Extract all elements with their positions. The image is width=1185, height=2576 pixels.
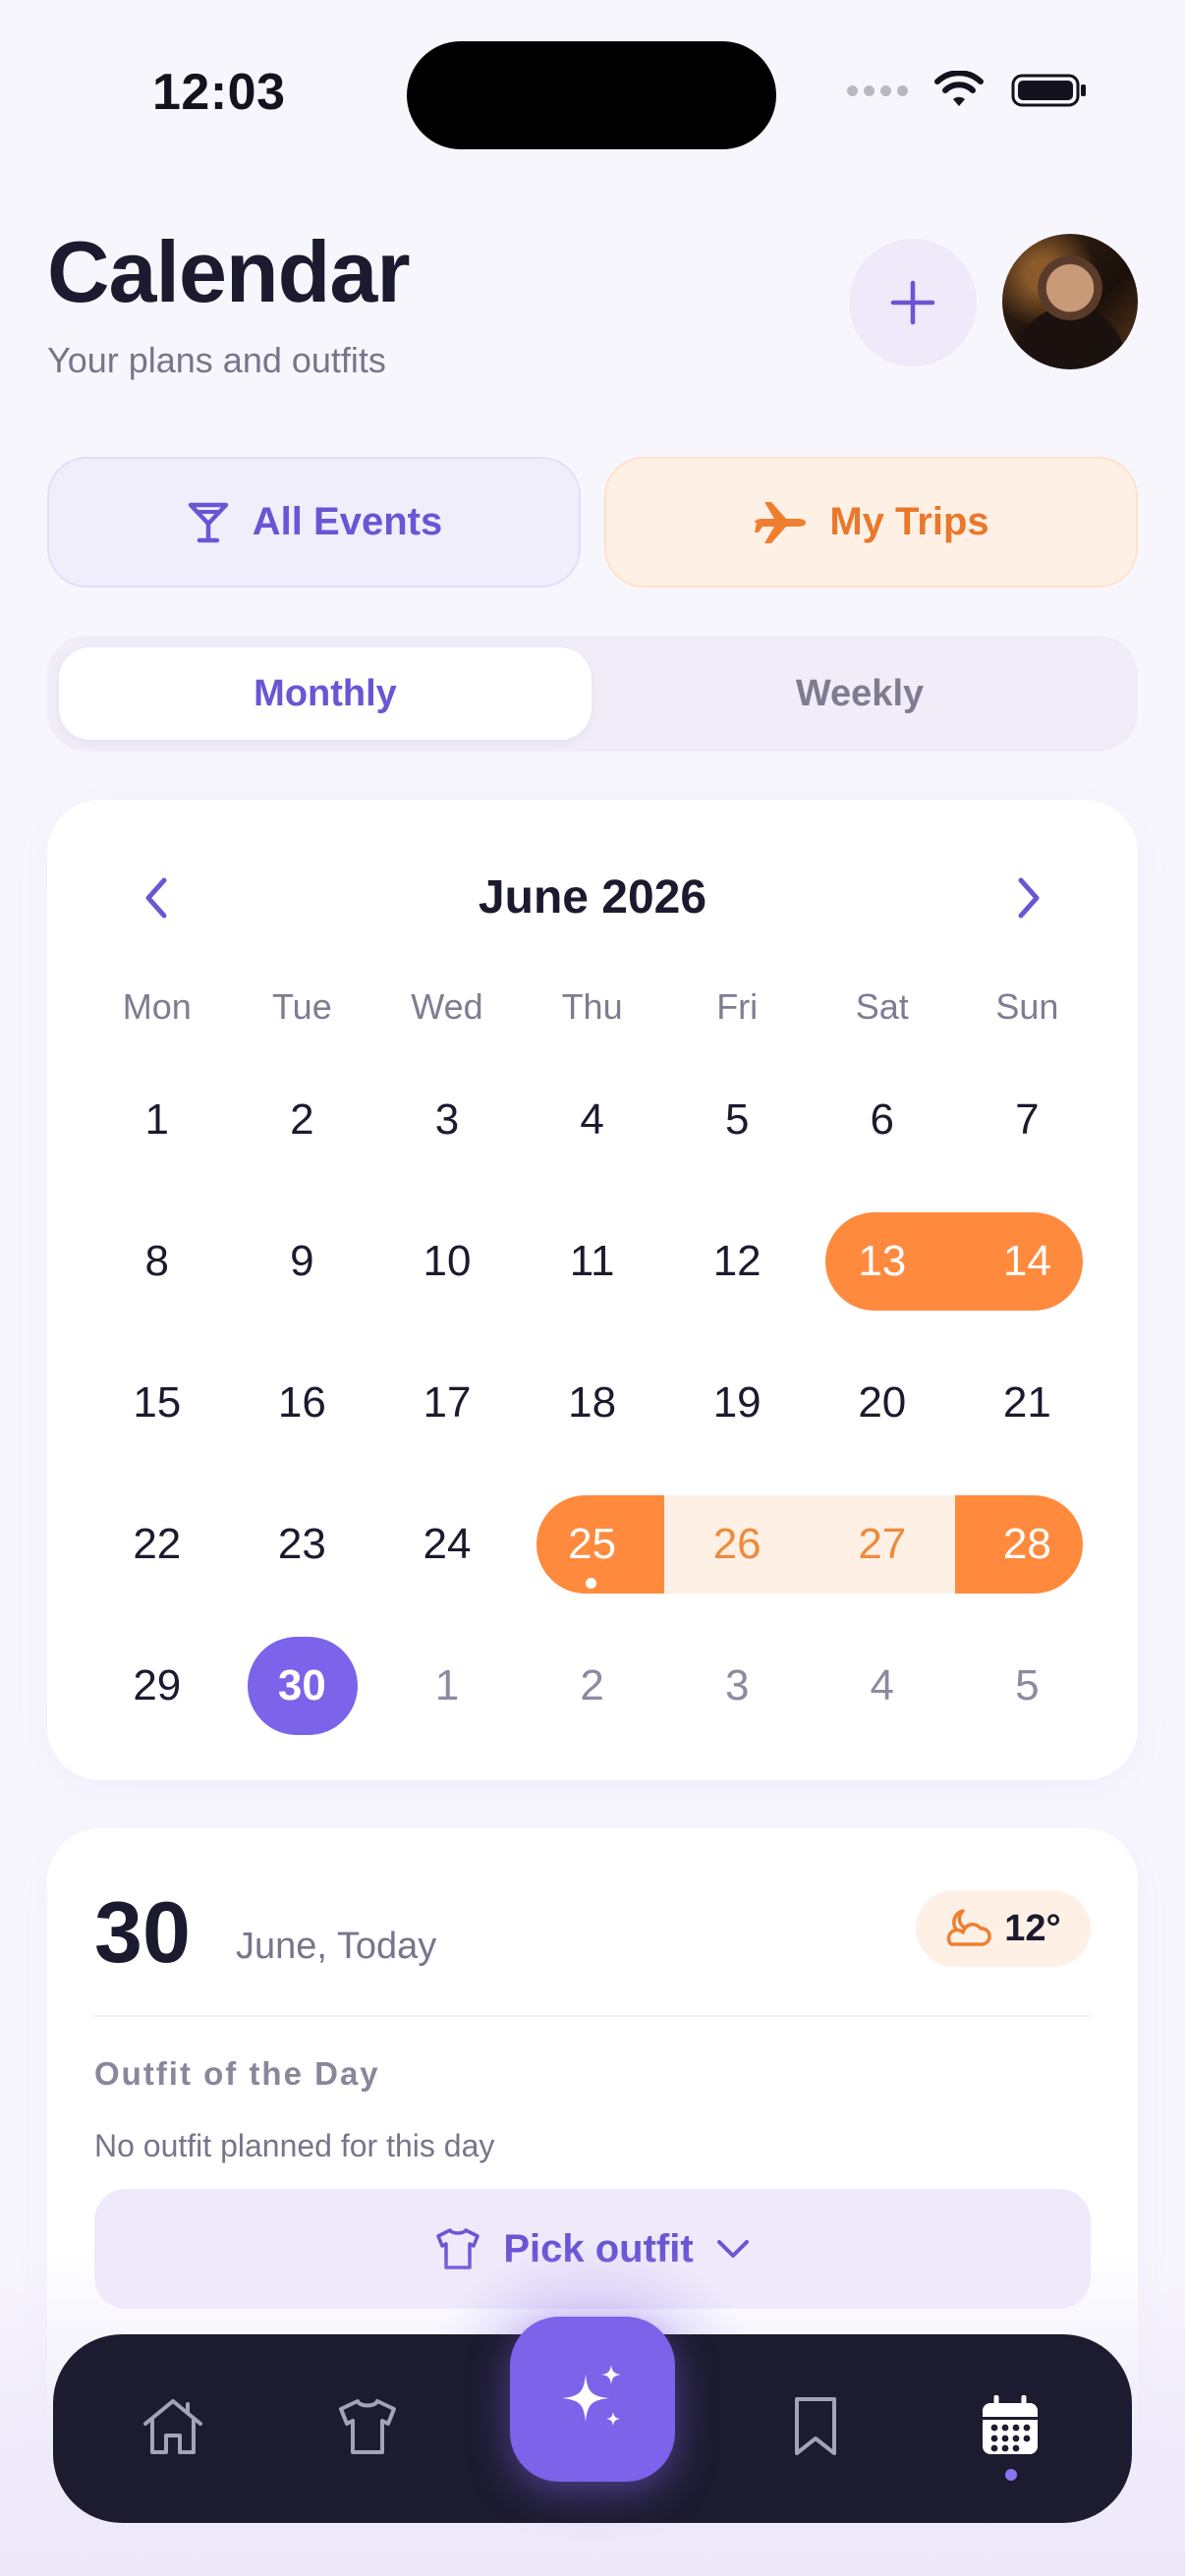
monthly-tab[interactable]: Monthly	[59, 647, 592, 740]
divider	[94, 2015, 1091, 2017]
battery-icon	[1011, 74, 1086, 107]
weekday-sun: Sun	[995, 986, 1059, 1027]
calendar-day[interactable]: 3	[374, 1071, 520, 1169]
calendar-day[interactable]: 22	[85, 1495, 230, 1594]
calendar-day-next-month[interactable]: 2	[520, 1637, 665, 1735]
calendar-day[interactable]: 6	[810, 1071, 955, 1169]
calendar-day[interactable]: 15	[85, 1354, 230, 1452]
calendar-day-trip[interactable]: 28	[955, 1495, 1100, 1594]
weekday-wed: Wed	[411, 986, 483, 1027]
my-trips-label: My Trips	[829, 500, 989, 543]
chevron-right-icon	[1018, 877, 1040, 919]
plus-icon	[890, 280, 935, 325]
weekday-tue: Tue	[272, 986, 332, 1027]
calendar-day[interactable]: 4	[520, 1071, 665, 1169]
tab-calendar[interactable]	[951, 2368, 1069, 2486]
selected-day-number: 30	[94, 1883, 191, 1981]
selected-day-label: June, Today	[236, 1926, 437, 1967]
calendar-day[interactable]: 8	[85, 1212, 230, 1311]
airplane-icon	[755, 501, 807, 543]
wifi-icon	[934, 71, 984, 106]
home-icon	[143, 2399, 202, 2454]
calendar-day[interactable]: 1	[85, 1071, 230, 1169]
calendar-day-trip[interactable]: 13	[810, 1212, 955, 1311]
calendar-day[interactable]: 29	[85, 1637, 230, 1735]
calendar-day[interactable]: 19	[664, 1354, 810, 1452]
calendar-day[interactable]: 23	[230, 1495, 375, 1594]
page-title: Calendar	[47, 223, 411, 320]
calendar-day-next-month[interactable]: 3	[664, 1637, 810, 1735]
weather-badge: 12°	[916, 1890, 1091, 1967]
calendar-day[interactable]: 10	[374, 1212, 520, 1311]
tab-wardrobe[interactable]	[309, 2368, 426, 2486]
weekday-thu: Thu	[561, 986, 623, 1027]
moon-cloud-icon	[947, 1909, 992, 1946]
shirt-icon	[339, 2399, 396, 2454]
weekday-mon: Mon	[122, 986, 192, 1027]
ai-stylist-button[interactable]	[510, 2317, 675, 2482]
calendar-day-next-month[interactable]: 4	[810, 1637, 955, 1735]
calendar-day[interactable]: 2	[230, 1071, 375, 1169]
calendar-day[interactable]: 5	[664, 1071, 810, 1169]
calendar-icon	[983, 2395, 1038, 2454]
dynamic-island	[407, 41, 776, 149]
calendar-day-trip[interactable]: 14	[955, 1212, 1100, 1311]
status-icons	[847, 71, 1089, 110]
add-event-button[interactable]	[849, 239, 977, 366]
weekday-fri: Fri	[716, 986, 759, 1027]
cocktail-icon	[188, 502, 229, 542]
outfit-empty-text: No outfit planned for this day	[94, 2128, 495, 2163]
calendar-day[interactable]: 21	[955, 1354, 1100, 1452]
tab-home[interactable]	[114, 2368, 232, 2486]
outfit-section-title: Outfit of the Day	[94, 2055, 380, 2092]
weekday-sat: Sat	[855, 986, 909, 1027]
calendar-day[interactable]: 12	[664, 1212, 810, 1311]
avatar[interactable]	[1002, 234, 1138, 369]
temperature: 12°	[1004, 1907, 1061, 1949]
active-tab-indicator	[1005, 2469, 1017, 2481]
calendar-day-trip[interactable]: 25	[520, 1495, 665, 1594]
my-trips-filter[interactable]: My Trips	[604, 457, 1138, 588]
tab-saved[interactable]	[757, 2368, 875, 2486]
status-time: 12:03	[152, 64, 286, 121]
calendar-day[interactable]: 24	[374, 1495, 520, 1594]
calendar-day-trip[interactable]: 26	[664, 1495, 810, 1594]
calendar-day[interactable]: 17	[374, 1354, 520, 1452]
calendar-day[interactable]: 7	[955, 1071, 1100, 1169]
calendar-day[interactable]: 20	[810, 1354, 955, 1452]
calendar-day-next-month[interactable]: 5	[955, 1637, 1100, 1735]
next-month-button[interactable]	[998, 868, 1057, 927]
calendar-day-trip[interactable]: 27	[810, 1495, 955, 1594]
calendar-day[interactable]: 11	[520, 1212, 665, 1311]
bookmark-icon	[795, 2397, 836, 2455]
all-events-filter[interactable]: All Events	[47, 457, 581, 588]
weekly-tab[interactable]: Weekly	[593, 647, 1126, 740]
calendar-day[interactable]: 16	[230, 1354, 375, 1452]
calendar-day-next-month[interactable]: 1	[374, 1637, 520, 1735]
calendar-day[interactable]: 9	[230, 1212, 375, 1311]
page-subtitle: Your plans and outfits	[47, 340, 386, 380]
signal-icon	[847, 84, 908, 96]
all-events-label: All Events	[252, 500, 443, 543]
calendar-day-selected[interactable]: 30	[230, 1637, 375, 1735]
sparkles-icon	[562, 2365, 621, 2426]
calendar-day[interactable]: 18	[520, 1354, 665, 1452]
